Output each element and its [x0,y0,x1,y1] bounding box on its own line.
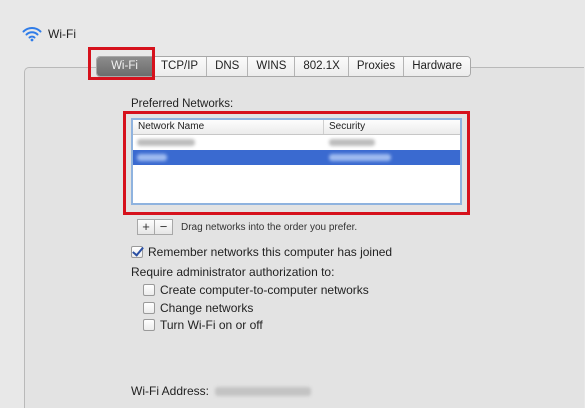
wifi-icon [22,27,42,42]
remember-networks-checkbox[interactable]: Remember networks this computer has join… [131,245,392,259]
network-list-highlight-box [123,111,470,215]
checkbox-unchecked[interactable] [143,284,155,296]
network-list-controls: + − Drag networks into the order you pre… [137,219,357,235]
create-network-checkbox[interactable]: Create computer-to-computer networks [143,283,369,297]
tab-wins[interactable]: WINS [247,57,295,76]
change-networks-label: Change networks [160,301,254,315]
checkbox-unchecked[interactable] [143,319,155,331]
add-network-button[interactable]: + [137,219,155,235]
remember-networks-label: Remember networks this computer has join… [148,245,393,259]
wifi-address-row: Wi-Fi Address: [131,384,312,398]
preferred-networks-label: Preferred Networks: [131,98,234,110]
toggle-wifi-checkbox[interactable]: Turn Wi-Fi on or off [143,318,263,332]
window-header: Wi-Fi [22,24,76,44]
drag-hint-text: Drag networks into the order you prefer. [181,221,358,233]
tab-highlight-box [88,47,155,80]
wifi-address-label: Wi-Fi Address: [131,384,210,398]
toggle-wifi-label: Turn Wi-Fi on or off [160,318,263,332]
tab-tcpip[interactable]: TCP/IP [152,57,207,76]
tab-8021x[interactable]: 802.1X [294,57,348,76]
tab-proxies[interactable]: Proxies [347,57,404,76]
change-networks-checkbox[interactable]: Change networks [143,301,253,315]
window-title: Wi-Fi [48,27,76,41]
tab-dns[interactable]: DNS [206,57,248,76]
remove-network-button[interactable]: − [155,219,173,235]
tab-hardware[interactable]: Hardware [403,57,471,76]
checkbox-unchecked[interactable] [143,302,155,314]
redacted-wifi-address [215,386,312,396]
create-network-label: Create computer-to-computer networks [160,283,369,297]
require-admin-label: Require administrator authorization to: [131,265,335,279]
checkbox-checked[interactable] [131,246,143,258]
